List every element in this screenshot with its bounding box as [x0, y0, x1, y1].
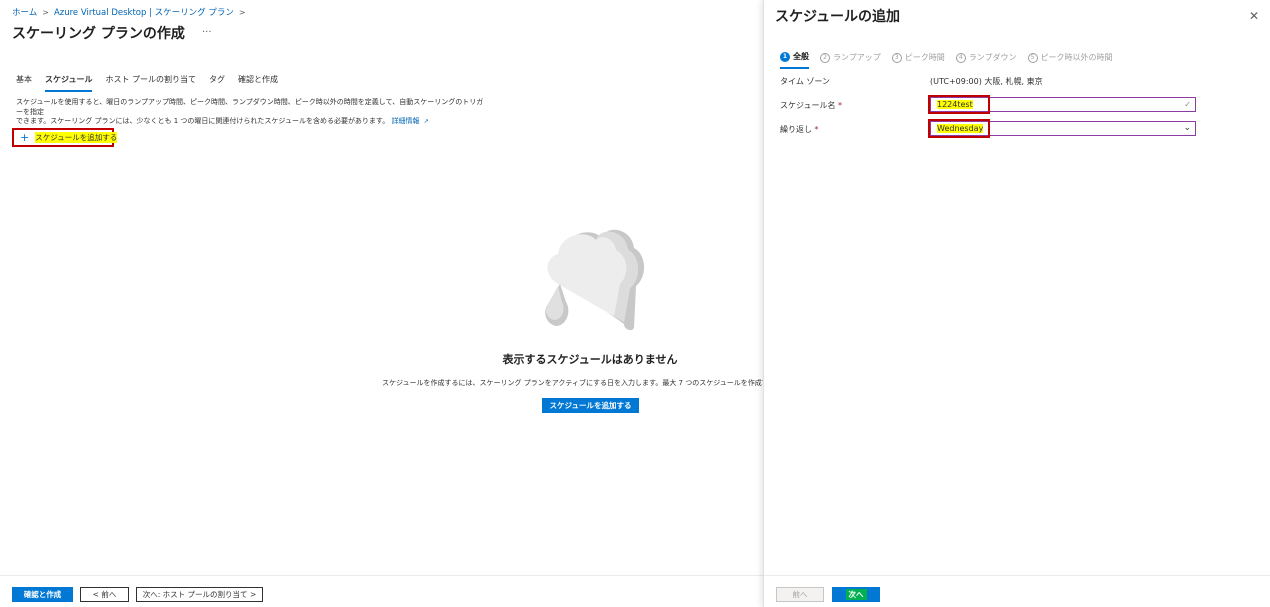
plus-icon: +	[20, 131, 30, 144]
step-number: 4	[955, 52, 966, 63]
previous-button[interactable]: < 前へ	[80, 587, 129, 602]
learn-more-link[interactable]: 詳細情報	[391, 117, 419, 125]
empty-state-text: スケジュールを作成するには、スケーリング プランをアクティブにする日を入力します…	[382, 379, 797, 387]
close-icon[interactable]: ✕	[1249, 9, 1259, 23]
tab-schedule[interactable]: スケジュール	[45, 74, 93, 92]
step-number: 3	[891, 52, 902, 63]
add-schedule-label: スケジュールを追加する	[35, 132, 118, 143]
step-ramp-up[interactable]: 2 ランプアップ	[820, 51, 881, 69]
step-number: 5	[1027, 52, 1038, 63]
tab-host-pool-assignment[interactable]: ホスト プールの割り当て	[105, 74, 196, 92]
add-schedule-panel: スケジュールの追加 ✕ 1 全般 2 ランプアップ 3 ピーク時間 4 ランプダ…	[763, 0, 1270, 607]
empty-state-description: スケジュールを作成するには、スケーリング プランをアクティブにする日を入力します…	[382, 378, 805, 388]
panel-steps: 1 全般 2 ランプアップ 3 ピーク時間 4 ランプダウン 5 ピーク時以外の…	[780, 51, 1124, 69]
step-number: 1	[780, 51, 790, 62]
breadcrumb: ホーム > Azure Virtual Desktop | スケーリング プラン…	[12, 6, 246, 19]
step-label: ランプダウン	[968, 53, 1017, 62]
repeat-label: 繰り返し *	[780, 124, 819, 135]
timezone-value: (UTC+09:00) 大阪, 札幌, 東京	[930, 77, 1043, 86]
description-line-2: できます。スケーリング プランには、少なくとも 1 つの曜日に関連付けられたスケ…	[16, 117, 390, 125]
repeat-label-text: 繰り返し	[780, 125, 812, 134]
review-create-button[interactable]: 確認と作成	[12, 587, 73, 602]
step-number: 2	[820, 52, 830, 63]
step-label: ピーク時以外の時間	[1040, 53, 1113, 62]
schedule-description: スケジュールを使用すると、曜日のランプアップ時間、ピーク時間、ランプダウン時間、…	[16, 98, 486, 127]
breadcrumb-home[interactable]: ホーム	[12, 6, 37, 18]
description-line-1: スケジュールを使用すると、曜日のランプアップ時間、ピーク時間、ランプダウン時間、…	[16, 98, 484, 116]
panel-previous-button[interactable]: 前へ	[776, 587, 824, 602]
step-label: ピーク時間	[904, 53, 945, 62]
panel-next-label: 次へ	[845, 589, 867, 600]
panel-footer-divider	[764, 575, 1270, 576]
required-mark: *	[838, 101, 842, 110]
schedule-name-label: スケジュール名 *	[780, 100, 842, 111]
check-icon: ✓	[1184, 100, 1191, 109]
add-schedule-link[interactable]: + スケジュールを追加する	[12, 128, 118, 147]
add-schedule-button[interactable]: スケジュールを追加する	[542, 398, 639, 413]
chevron-down-icon: ⌄	[1183, 123, 1191, 133]
wizard-tabs: 基本 スケジュール ホスト プールの割り当て タグ 確認と作成	[16, 74, 291, 92]
next-host-pool-button[interactable]: 次へ: ホスト プールの割り当て >	[136, 587, 263, 602]
external-link-icon: ↗	[423, 118, 429, 125]
tab-tags[interactable]: タグ	[209, 74, 225, 92]
tab-basics[interactable]: 基本	[16, 74, 32, 92]
tab-review-create[interactable]: 確認と作成	[238, 74, 278, 92]
annotation-box-schedule-name	[928, 95, 990, 114]
step-ramp-down[interactable]: 4 ランプダウン	[955, 51, 1017, 69]
panel-next-button[interactable]: 次へ	[832, 587, 880, 602]
step-general[interactable]: 1 全般	[780, 51, 809, 69]
schedule-name-label-text: スケジュール名	[780, 101, 836, 110]
breadcrumb-avd-scaling[interactable]: Azure Virtual Desktop | スケーリング プラン	[54, 6, 234, 18]
timezone-label: タイム ゾーン	[780, 77, 830, 86]
annotation-box-repeat	[928, 119, 990, 138]
required-mark: *	[814, 125, 819, 134]
step-peak-hours[interactable]: 3 ピーク時間	[891, 51, 945, 69]
empty-state-title: 表示するスケジュールはありません	[502, 353, 678, 366]
step-off-peak-hours[interactable]: 5 ピーク時以外の時間	[1027, 51, 1113, 69]
panel-title: スケジュールの追加	[775, 9, 901, 25]
step-label: ランプアップ	[833, 53, 881, 62]
chevron-right-icon: >	[42, 7, 49, 17]
step-label: 全般	[793, 52, 809, 61]
more-options-icon[interactable]: ...	[202, 24, 212, 35]
chevron-right-icon: >	[238, 7, 246, 17]
page-title: スケーリング プランの作成	[12, 26, 185, 42]
cloud-rain-illustration	[545, 229, 644, 331]
